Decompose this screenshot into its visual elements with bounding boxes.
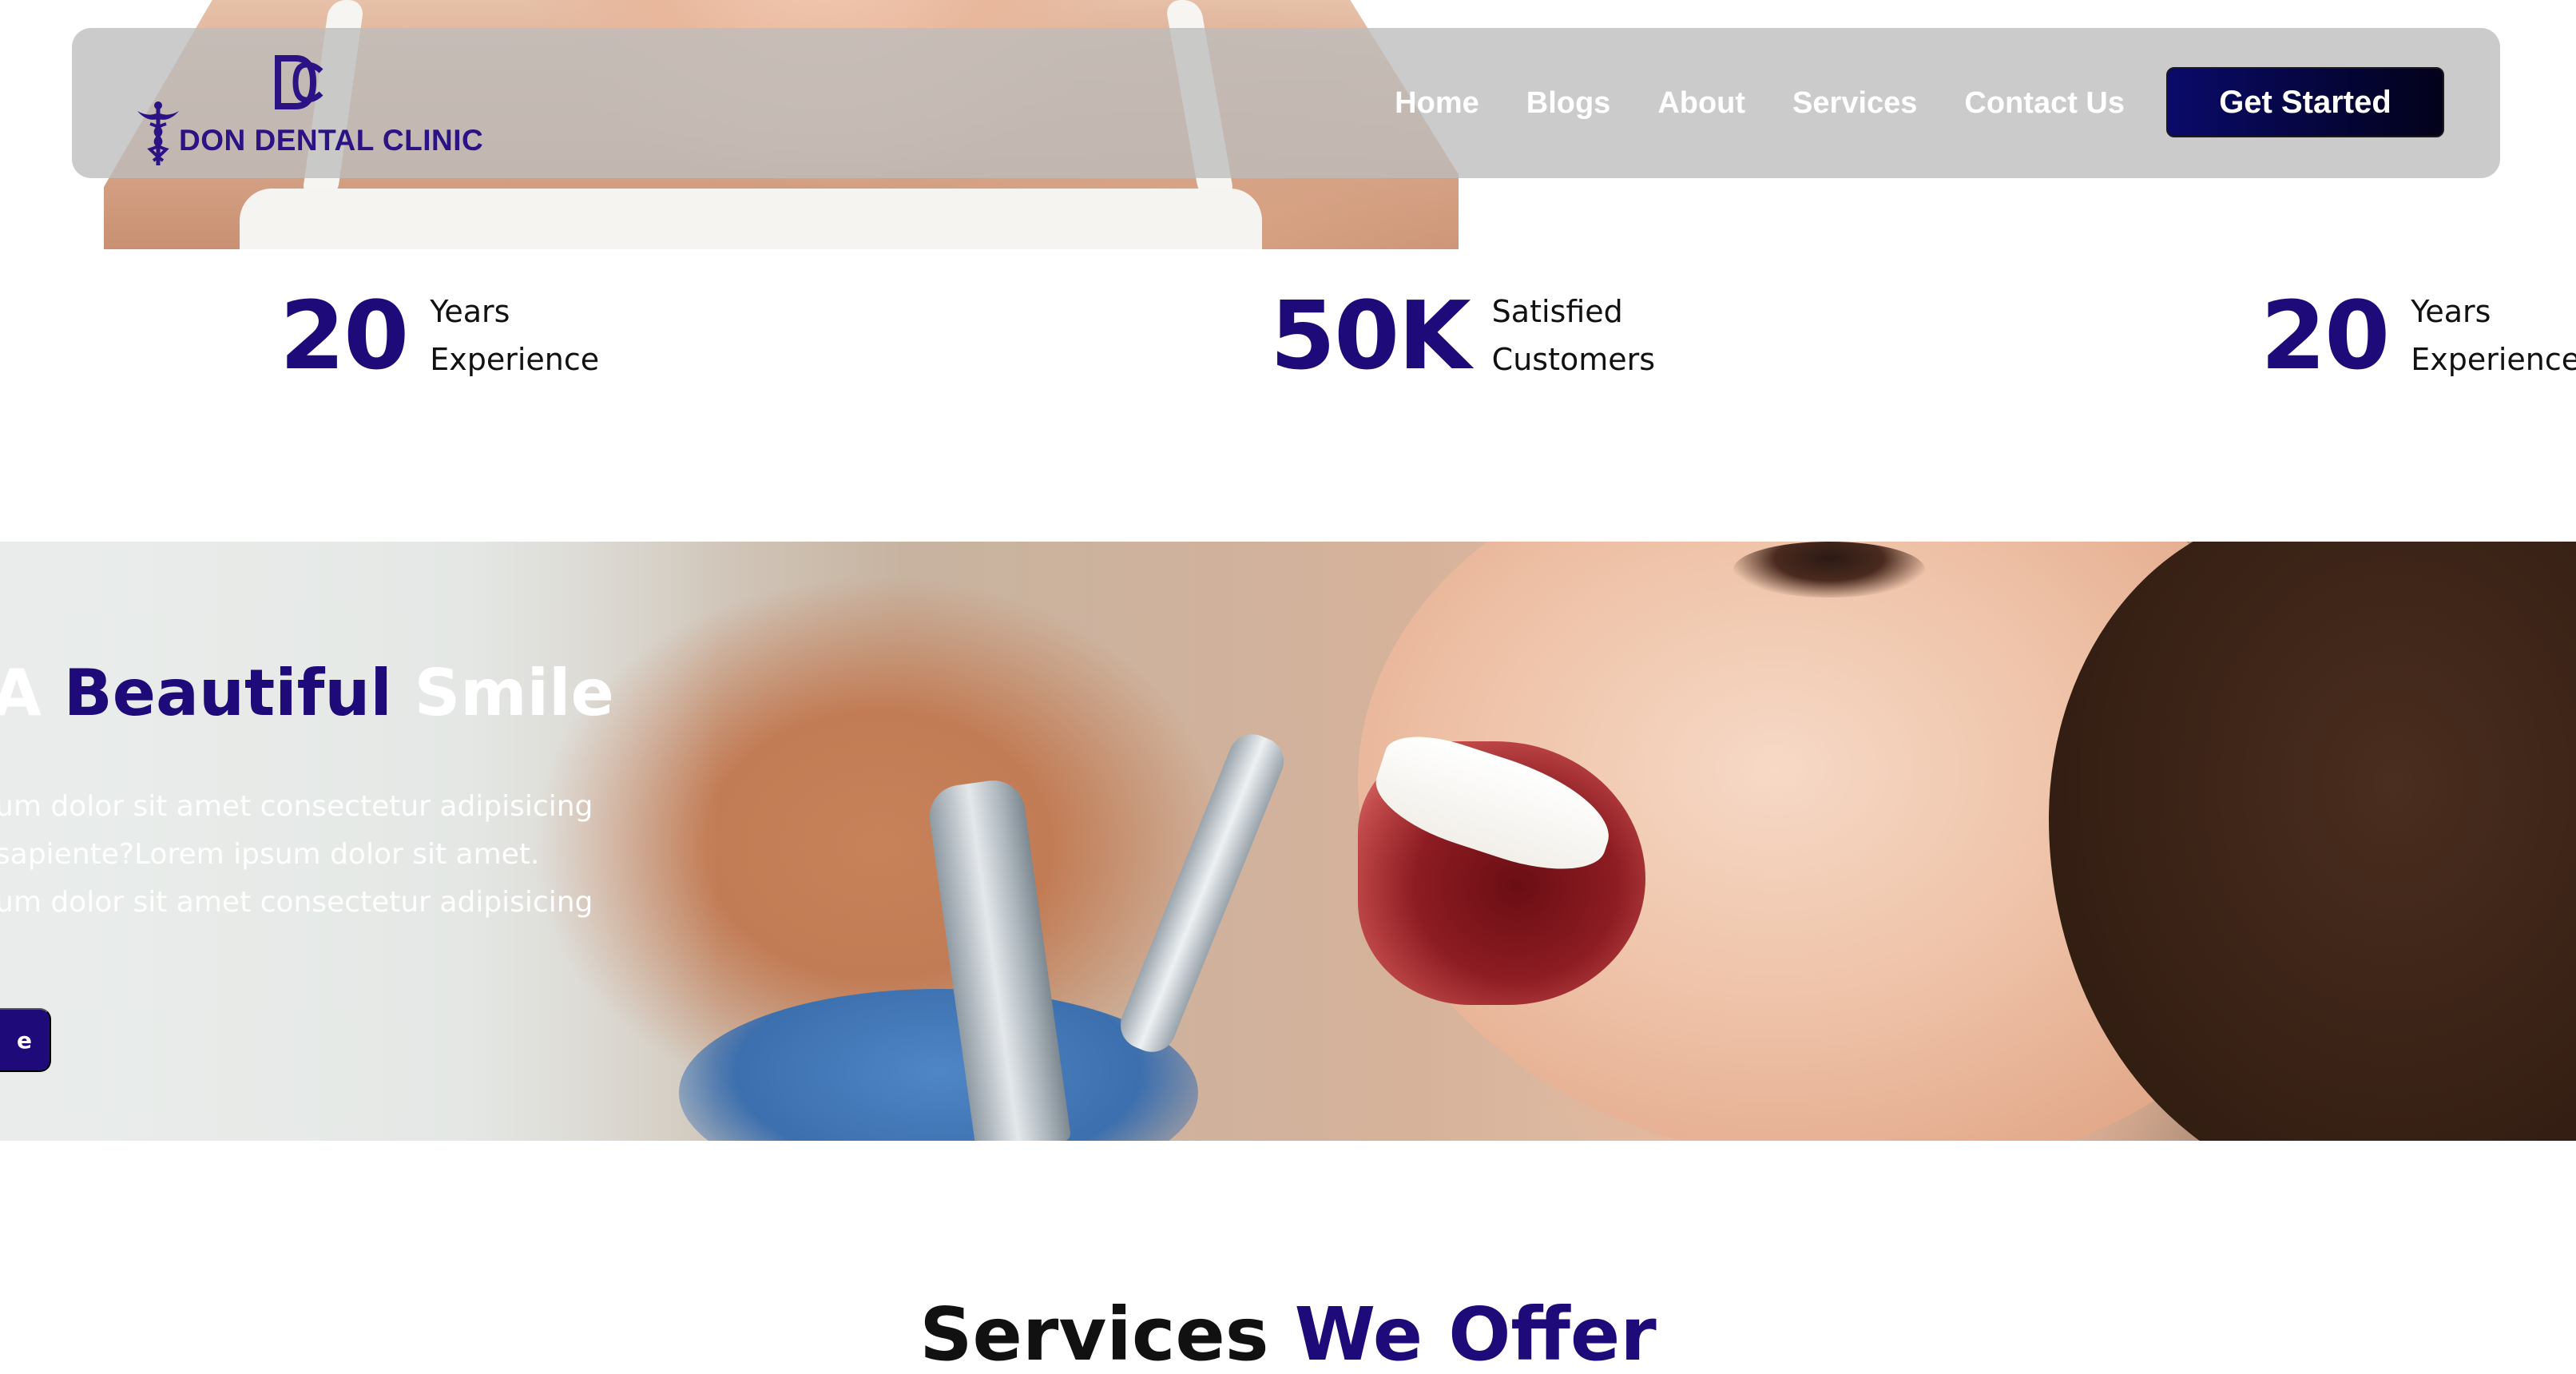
dc-monogram-icon: [275, 55, 323, 109]
banner-text-line: um dolor sit amet consectetur adipisicin…: [0, 886, 593, 919]
nav-link-services[interactable]: Services: [1792, 86, 1917, 121]
banner-hair: [2049, 542, 2576, 1141]
caduceus-icon: [137, 101, 179, 165]
services-heading-word-1: Services: [919, 1292, 1269, 1374]
stat-label-line-2: Customers: [1491, 342, 1656, 377]
nav-links: Home Blogs About Services Contact Us: [1395, 28, 2125, 178]
hero-garment: [240, 189, 1262, 249]
services-heading-word-2: We Offer: [1294, 1292, 1657, 1374]
stat-label-line-1: Years: [2411, 294, 2491, 329]
stat-value: 20: [280, 280, 409, 391]
services-heading: Services We Offer: [0, 1298, 2576, 1372]
stat-label-line-2: Experience: [430, 342, 600, 377]
banner-title-word-2: Beautiful: [63, 656, 392, 730]
logo-wordmark: DON DENTAL CLINIC: [179, 124, 484, 157]
banner-glove: [679, 989, 1198, 1141]
nav-link-about[interactable]: About: [1657, 86, 1745, 121]
banner-button[interactable]: e: [0, 1008, 51, 1072]
nav-link-contact-us[interactable]: Contact Us: [1964, 86, 2125, 121]
banner-title: A Beautiful Smile: [0, 661, 614, 725]
stat-item: 20 Years Experience: [2260, 280, 2576, 391]
banner-text-line: um dolor sit amet consectetur adipisicin…: [0, 790, 593, 823]
banner-title-word-3: Smile: [414, 656, 614, 730]
stat-label-line-1: Years: [430, 294, 510, 329]
nav-link-home[interactable]: Home: [1395, 86, 1479, 121]
navbar: DON DENTAL CLINIC Home Blogs About Servi…: [72, 28, 2500, 178]
banner-text-line: sapiente?Lorem ipsum dolor sit amet.: [0, 838, 540, 871]
stat-item: 50K Satisfied Customers: [1270, 280, 1655, 391]
stat-label: Satisfied Customers: [1492, 288, 1655, 383]
stat-label-line-2: Experience: [2411, 342, 2576, 377]
stat-value: 20: [2260, 280, 2390, 391]
stat-label: Years Experience: [430, 288, 599, 383]
nav-link-blogs[interactable]: Blogs: [1526, 86, 1611, 121]
smile-banner: A Beautiful Smile um dolor sit amet cons…: [0, 542, 2576, 1141]
stat-item: 20 Years Experience: [280, 280, 599, 391]
banner-description: um dolor sit amet consectetur adipisicin…: [0, 783, 593, 927]
dental-tool: [1113, 727, 1292, 1059]
banner-title-word-1: A: [0, 656, 42, 730]
stat-label: Years Experience: [2411, 288, 2576, 383]
get-started-button[interactable]: Get Started: [2166, 67, 2444, 137]
clinic-logo[interactable]: DON DENTAL CLINIC: [134, 42, 486, 170]
banner-eye: [1733, 542, 1925, 598]
stat-label-line-1: Satisfied: [1491, 294, 1623, 329]
stat-value: 50K: [1270, 280, 1471, 391]
